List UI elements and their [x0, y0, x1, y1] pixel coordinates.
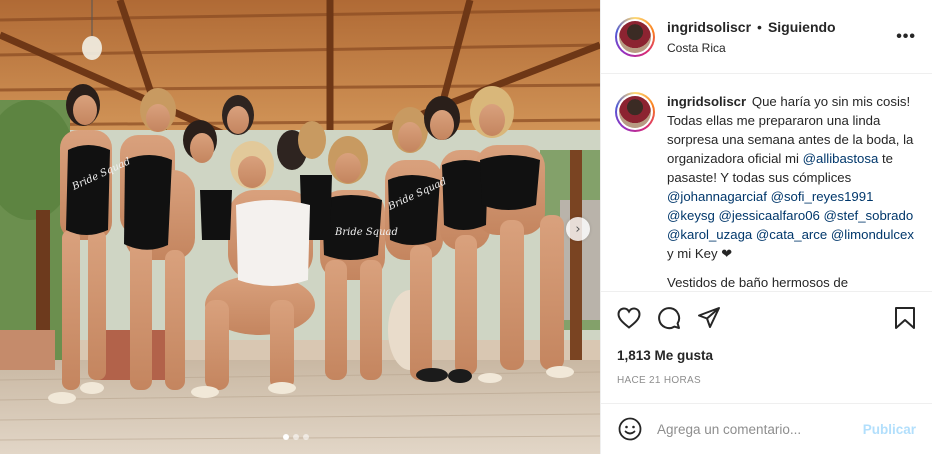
following-button[interactable]: Siguiendo — [768, 19, 836, 35]
caption-text: ingridsoliscr Que haría yo sin mis cosis… — [667, 92, 918, 291]
bookmark-icon — [895, 307, 915, 329]
mention-link[interactable]: @sofi_reyes1991 — [771, 189, 874, 204]
mention-link[interactable]: @limondulcex — [831, 227, 914, 242]
carousel-dot — [283, 434, 289, 440]
caption-body: Vestidos de baño hermosos de — [667, 275, 849, 290]
next-photo-button[interactable]: › — [566, 217, 590, 241]
mention-link[interactable]: @stef_sobrado — [824, 208, 914, 223]
post-photo[interactable]: Bride Squad Bride Squad Bride Squad › — [0, 0, 600, 454]
comment-icon — [658, 307, 681, 330]
swimsuit-text: Bride Squad — [334, 227, 398, 238]
location-link[interactable]: Costa Rica — [667, 41, 836, 55]
action-bar — [615, 304, 919, 332]
avatar-image — [619, 20, 651, 53]
chevron-right-icon: › — [575, 221, 581, 237]
save-button[interactable] — [891, 304, 919, 332]
caption-area: ingridsoliscr Que haría yo sin mis cosis… — [601, 74, 932, 292]
caption-avatar[interactable] — [615, 92, 655, 132]
caption-username-link[interactable]: ingridsoliscr — [667, 94, 746, 109]
heart-emoji: ❤ — [721, 246, 733, 261]
carousel-dot — [293, 434, 299, 440]
mention-link[interactable]: @keysg — [667, 208, 715, 223]
comment-button[interactable] — [655, 304, 683, 332]
header-text: ingridsoliscr • Siguiendo Costa Rica — [667, 19, 836, 55]
carousel-indicator — [283, 434, 309, 440]
paper-plane-icon — [698, 307, 720, 328]
more-options-icon[interactable]: ••• — [896, 28, 916, 46]
caption-body: y mi Key — [667, 246, 718, 261]
mention-link[interactable]: @jessicaalfaro06 — [719, 208, 820, 223]
like-button[interactable] — [615, 304, 643, 332]
post-timestamp[interactable]: HACE 21 HORAS — [617, 375, 701, 386]
smiley-icon — [618, 417, 642, 441]
share-button[interactable] — [695, 304, 723, 332]
publish-button[interactable]: Publicar — [863, 422, 916, 437]
separator-dot: • — [757, 18, 762, 35]
heart-icon — [617, 307, 641, 329]
comment-form: Publicar — [601, 403, 932, 454]
mention-link[interactable]: @karol_uzaga — [667, 227, 752, 242]
likes-count[interactable]: 1,813 Me gusta — [617, 348, 713, 363]
carousel-dot — [303, 434, 309, 440]
avatar-image — [619, 96, 651, 128]
mention-link[interactable]: @cata_arce — [756, 227, 827, 242]
mention-link[interactable]: @johannagarciaf — [667, 189, 767, 204]
instagram-post-window: Bride Squad Bride Squad Bride Squad › in… — [0, 0, 932, 454]
group-photo-illustration: Bride Squad Bride Squad Bride Squad — [0, 0, 600, 454]
username-link[interactable]: ingridsoliscr — [667, 19, 751, 35]
comment-input[interactable] — [657, 421, 863, 437]
avatar[interactable] — [615, 16, 655, 57]
emoji-button[interactable] — [617, 416, 643, 442]
post-header: ingridsoliscr • Siguiendo Costa Rica ••• — [601, 0, 932, 74]
post-sidebar: ingridsoliscr • Siguiendo Costa Rica •••… — [600, 0, 932, 454]
mention-link[interactable]: @allibastosa — [803, 151, 879, 166]
